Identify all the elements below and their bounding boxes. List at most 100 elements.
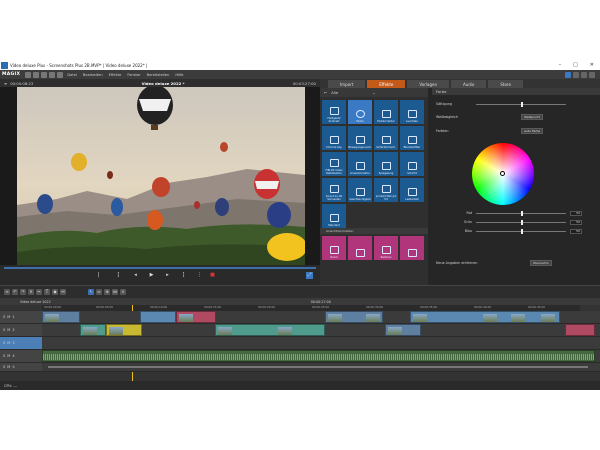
jump-end-icon[interactable]: ] xyxy=(180,272,187,279)
effect-tile[interactable]: FIELD3 Video Stabilisation xyxy=(322,152,346,176)
menu-bearbeiten[interactable]: Bearbeiten xyxy=(80,73,106,77)
menu-hilfe[interactable]: Hilfe xyxy=(172,73,186,77)
menu-datei[interactable]: Datei xyxy=(64,73,80,77)
pointer-icon[interactable]: ↖ xyxy=(88,289,94,295)
link-icon[interactable]: ⚯ xyxy=(60,289,66,295)
effect-tile[interactable]: Leuchten xyxy=(400,100,424,124)
redo-icon[interactable]: ↷ xyxy=(20,289,26,295)
video-frame[interactable] xyxy=(17,87,305,265)
section-header[interactable]: Ansicht/Animation xyxy=(320,228,428,234)
audio-clip[interactable] xyxy=(42,350,595,362)
effect-tile[interactable]: Spiegelung xyxy=(374,152,398,176)
effect-tile[interactable]: Blendenfilter xyxy=(400,126,424,150)
blue-slider[interactable] xyxy=(476,228,566,234)
tab-import[interactable]: Import xyxy=(328,80,366,88)
effect-tile[interactable]: Bewegungsunsch. xyxy=(348,126,372,150)
magnet-icon[interactable]: ∩ xyxy=(120,289,126,295)
video-clip[interactable] xyxy=(215,324,325,336)
video-clip[interactable] xyxy=(176,311,216,323)
video-clip[interactable] xyxy=(385,324,421,336)
settings-icon[interactable] xyxy=(589,71,595,78)
next-marker-icon[interactable]: ⋮ xyxy=(196,272,203,279)
menu-effekte[interactable]: Effekte xyxy=(106,73,125,77)
close-icon[interactable]: ✕ xyxy=(590,62,594,68)
layout-icon[interactable] xyxy=(573,71,579,78)
fullscreen-icon[interactable]: ⤢ xyxy=(306,272,313,279)
preview-scrubber[interactable] xyxy=(4,267,316,269)
effect-tile[interactable]: Rahmen xyxy=(374,236,398,260)
effect-tile[interactable]: Lesbarkeit xyxy=(400,178,424,202)
play-icon[interactable]: ▶ xyxy=(148,272,155,279)
share-icon[interactable] xyxy=(581,71,587,78)
green-slider[interactable] xyxy=(476,219,566,225)
auto-color-button[interactable]: Auto Farbe xyxy=(521,128,544,134)
effect-tile[interactable]: Helligkeit/ Kontrast xyxy=(322,100,346,124)
video-clip[interactable] xyxy=(106,324,142,336)
video-clip[interactable] xyxy=(565,324,595,336)
snap-icon[interactable]: ⋈ xyxy=(112,289,118,295)
video-clip[interactable] xyxy=(80,324,106,336)
effect-tile[interactable]: Sound zu AR Schneiden xyxy=(322,178,346,202)
effect-tile[interactable]: produkt MercyX 3.5 xyxy=(374,178,398,202)
effect-tile[interactable]: Schärfe/Unsch. xyxy=(374,126,398,150)
menu-icon[interactable]: ≡ xyxy=(4,289,10,295)
video-clip[interactable] xyxy=(410,311,560,323)
effect-tile[interactable]: Chroma Key xyxy=(322,126,346,150)
timeline-scrollbar[interactable] xyxy=(48,366,588,368)
video-clip[interactable] xyxy=(325,311,383,323)
tab-store[interactable]: Store xyxy=(488,80,523,88)
cut-icon[interactable]: ✂ xyxy=(36,289,42,295)
white-balance-button[interactable]: Weißpunkt xyxy=(521,114,543,120)
effect-tile[interactable]: Farbkorrektur xyxy=(374,100,398,124)
jump-start-icon[interactable]: [ xyxy=(115,272,122,279)
tools-icon[interactable] xyxy=(565,71,571,78)
text-icon[interactable]: T xyxy=(44,289,50,295)
effect-tile[interactable] xyxy=(400,236,424,260)
tab-vorlagen[interactable]: Vorlagen xyxy=(407,80,449,88)
saturation-slider[interactable] xyxy=(476,101,566,107)
step-forward-icon[interactable]: ▸ xyxy=(164,272,171,279)
blue-value[interactable]: 50 xyxy=(570,228,582,234)
pink-effects-grid: Zoom Rahmen xyxy=(322,236,424,260)
save-icon[interactable] xyxy=(41,71,48,78)
red-value[interactable]: 50 xyxy=(570,210,582,216)
maximize-icon[interactable]: □ xyxy=(573,62,578,68)
undo-icon[interactable]: ↶ xyxy=(12,289,18,295)
open-folder-icon[interactable] xyxy=(33,71,40,78)
effect-tile[interactable]: Geschwindigkeit xyxy=(348,178,372,202)
tab-effekte[interactable]: Effekte xyxy=(367,80,406,88)
undo-icon[interactable] xyxy=(49,71,56,78)
effect-tile[interactable]: Zoom xyxy=(322,236,346,260)
red-row: Rot 50 xyxy=(466,210,582,216)
apply-button[interactable]: Übernehm xyxy=(530,260,552,266)
new-project-icon[interactable] xyxy=(25,71,32,78)
color-wheel-handle[interactable] xyxy=(500,171,505,176)
range-icon[interactable]: ⇔ xyxy=(96,289,102,295)
zoom-icon[interactable]: ⊕ xyxy=(104,289,110,295)
effect-tile[interactable]: Farbe xyxy=(348,100,372,124)
video-clip[interactable] xyxy=(140,311,176,323)
prev-marker-icon[interactable]: | xyxy=(95,272,102,279)
menu-bereitstellen[interactable]: Bereitstellen xyxy=(144,73,173,77)
color-wheel[interactable] xyxy=(472,143,534,205)
red-slider[interactable] xyxy=(476,210,566,216)
green-value[interactable]: 50 xyxy=(570,219,582,225)
effect-tile[interactable] xyxy=(348,236,372,260)
saturation-row: Sättigung xyxy=(436,101,596,107)
chevron-down-icon[interactable]: ⌄ xyxy=(372,90,375,95)
menu-icon[interactable]: ≡ xyxy=(4,81,7,86)
video-clip[interactable] xyxy=(42,311,80,323)
back-arrow-icon[interactable]: ← xyxy=(324,90,327,95)
record-icon[interactable]: ■ xyxy=(209,272,216,279)
redo-icon[interactable] xyxy=(57,71,64,78)
effect-tile[interactable]: Schicht xyxy=(400,152,424,176)
project-tab[interactable]: Video deluxe 2022 xyxy=(20,300,51,304)
step-back-icon[interactable]: ◂ xyxy=(132,272,139,279)
marker-icon[interactable]: ◆ xyxy=(52,289,58,295)
effect-tile[interactable]: Standard xyxy=(322,204,346,228)
delete-icon[interactable]: ✕ xyxy=(28,289,34,295)
menu-fenster[interactable]: Fenster xyxy=(124,73,143,77)
minimize-icon[interactable]: – xyxy=(559,62,562,68)
tab-audio[interactable]: Audio xyxy=(451,80,487,88)
effect-tile[interactable]: Linsenkorrektur xyxy=(348,152,372,176)
